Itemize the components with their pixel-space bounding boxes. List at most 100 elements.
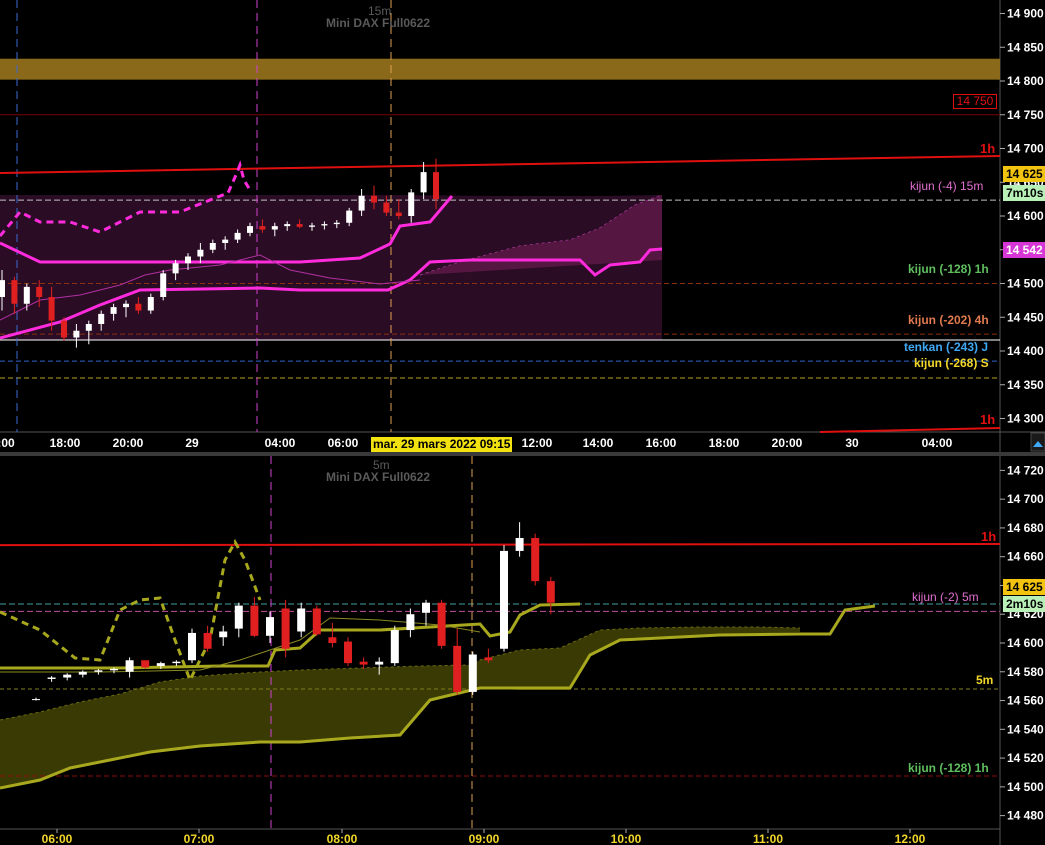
top-time-tick-label: 06:00 (328, 436, 359, 450)
panel-splitter (0, 452, 1045, 456)
bottom-candle-body (359, 661, 368, 665)
bottom-price-tick-label: 14 720 (1007, 463, 1044, 477)
bottom-candle-body (125, 660, 134, 672)
top-candle-body (346, 210, 353, 223)
top-price-tick-label: 14 600 (1007, 209, 1044, 223)
top-price-tick-label: 14 700 (1007, 142, 1044, 156)
top-time-tick-label: 04:00 (265, 436, 296, 450)
bottom-candle-body (328, 637, 337, 643)
bottom-candle-body (453, 645, 462, 692)
top-time-tick-label: 30 (845, 436, 859, 450)
top-price-tick-label: 14 750 (1007, 108, 1044, 122)
top-candle-body (321, 224, 328, 226)
top-time-tick-label: 12:00 (522, 436, 553, 450)
top-time-tick-label: 18:00 (50, 436, 81, 450)
bottom-time-tick-label: 10:00 (611, 832, 642, 845)
top-candle-body (36, 286, 43, 297)
bottom-candle-body (78, 671, 87, 675)
top-price-tick-label: 14 550 (1007, 243, 1044, 257)
top-candle-body (123, 303, 129, 308)
top-price-tick-label: 14 450 (1007, 310, 1044, 324)
top-time-tick-label: :00 (0, 436, 15, 450)
bottom-candle-body (422, 602, 430, 613)
top-price-tick-label: 14 800 (1007, 74, 1044, 88)
top-candle-body (85, 324, 92, 331)
bottom-candle-body (406, 614, 415, 631)
top-price-tick-label: 14 350 (1007, 378, 1044, 392)
bottom-price-tick-label: 14 480 (1007, 809, 1044, 823)
top-candle-body (185, 256, 191, 264)
top-candle-body (209, 243, 216, 250)
top-time-tick-label: 20:00 (113, 436, 144, 450)
bottom-candle-body (32, 699, 40, 701)
bottom-candle-body (484, 657, 493, 661)
top-price-tick-label: 14 300 (1007, 412, 1044, 426)
top-candle-body (247, 226, 253, 233)
bottom-candle-body (172, 661, 181, 664)
top-candle-body (110, 307, 117, 314)
bottom-price-tick-label: 14 520 (1007, 751, 1044, 765)
top-candle-body (284, 224, 291, 227)
top-time-tick-label: 29 (185, 436, 199, 450)
top-candle-body (395, 212, 402, 216)
bottom-price-tick-label: 14 540 (1007, 722, 1044, 736)
top-candle-body (271, 226, 278, 230)
bottom-price-tick-label: 14 620 (1007, 607, 1044, 621)
bottom-candle-body (219, 631, 228, 638)
top-candle-body (48, 297, 55, 321)
bottom-candle-body (344, 641, 352, 664)
top-candle-body (197, 249, 204, 257)
bottom-price-tick-label: 14 640 (1007, 578, 1044, 592)
bottom-candle-body (250, 605, 259, 636)
top-candle-body (408, 192, 415, 216)
bottom-time-tick-label: 12:00 (895, 832, 926, 845)
bottom-price-tick-label: 14 580 (1007, 665, 1044, 679)
bottom-price-tick-label: 14 700 (1007, 492, 1044, 506)
top-time-tick-label: 04:00 (922, 436, 953, 450)
top-time-tick-label: 16:00 (646, 436, 677, 450)
bottom-price-tick-label: 14 680 (1007, 521, 1044, 535)
top-price-tick-label: 14 400 (1007, 344, 1044, 358)
bottom-time-tick-label: 07:00 (184, 832, 215, 845)
bottom-candle-body (546, 581, 555, 603)
top-candle-body (371, 195, 377, 203)
dual-price-chart[interactable]: 14 900 14 850 14 800 14 750 14 700 14 650 14 6… (0, 0, 1045, 845)
bottom-price-tick-label: 14 560 (1007, 694, 1044, 708)
bottom-candle-body (281, 608, 290, 649)
bottom-candle-body (234, 605, 243, 629)
bottom-candle-body (515, 537, 524, 551)
bottom-price-tick-label: 14 600 (1007, 636, 1044, 650)
bottom-candle-body (468, 654, 477, 692)
top-price-tick-label: 14 500 (1007, 277, 1044, 291)
top-candle-body (333, 222, 340, 225)
top-candle-body (98, 313, 105, 324)
bottom-candle-body (188, 632, 196, 661)
bottom-time-tick-label: 08:00 (327, 832, 358, 845)
top-candle-body (420, 172, 427, 193)
top-candle-body (135, 303, 142, 311)
top-candle-body (172, 263, 179, 274)
bottom-candle-body (375, 661, 384, 665)
top-candle-body (11, 280, 18, 304)
top-candle-body (234, 232, 241, 240)
top-time-tick-label: 14:00 (583, 436, 614, 450)
bottom-candle-body (156, 663, 165, 667)
bottom-candle-body (47, 677, 56, 679)
top-candle-body (309, 225, 315, 227)
bottom-price-tick-label: 14 500 (1007, 780, 1044, 794)
top-candle-body (296, 224, 303, 227)
bottom-red-line-1h (0, 543, 1001, 547)
bottom-candle-body (297, 608, 306, 632)
bottom-candle-body (266, 617, 274, 636)
top-candle-body (433, 172, 439, 200)
top-candle-body (259, 226, 266, 230)
bottom-candle-body (390, 630, 399, 664)
top-candle-body (160, 273, 167, 297)
bottom-time-tick-label: 06:00 (42, 832, 73, 845)
bottom-candle-body (94, 670, 103, 672)
top-candle-body (222, 239, 229, 243)
top-candle-body (23, 286, 30, 304)
top-candle-body (358, 195, 365, 211)
top-candle-body (383, 202, 390, 213)
bottom-time-tick-label: 09:00 (469, 832, 500, 845)
